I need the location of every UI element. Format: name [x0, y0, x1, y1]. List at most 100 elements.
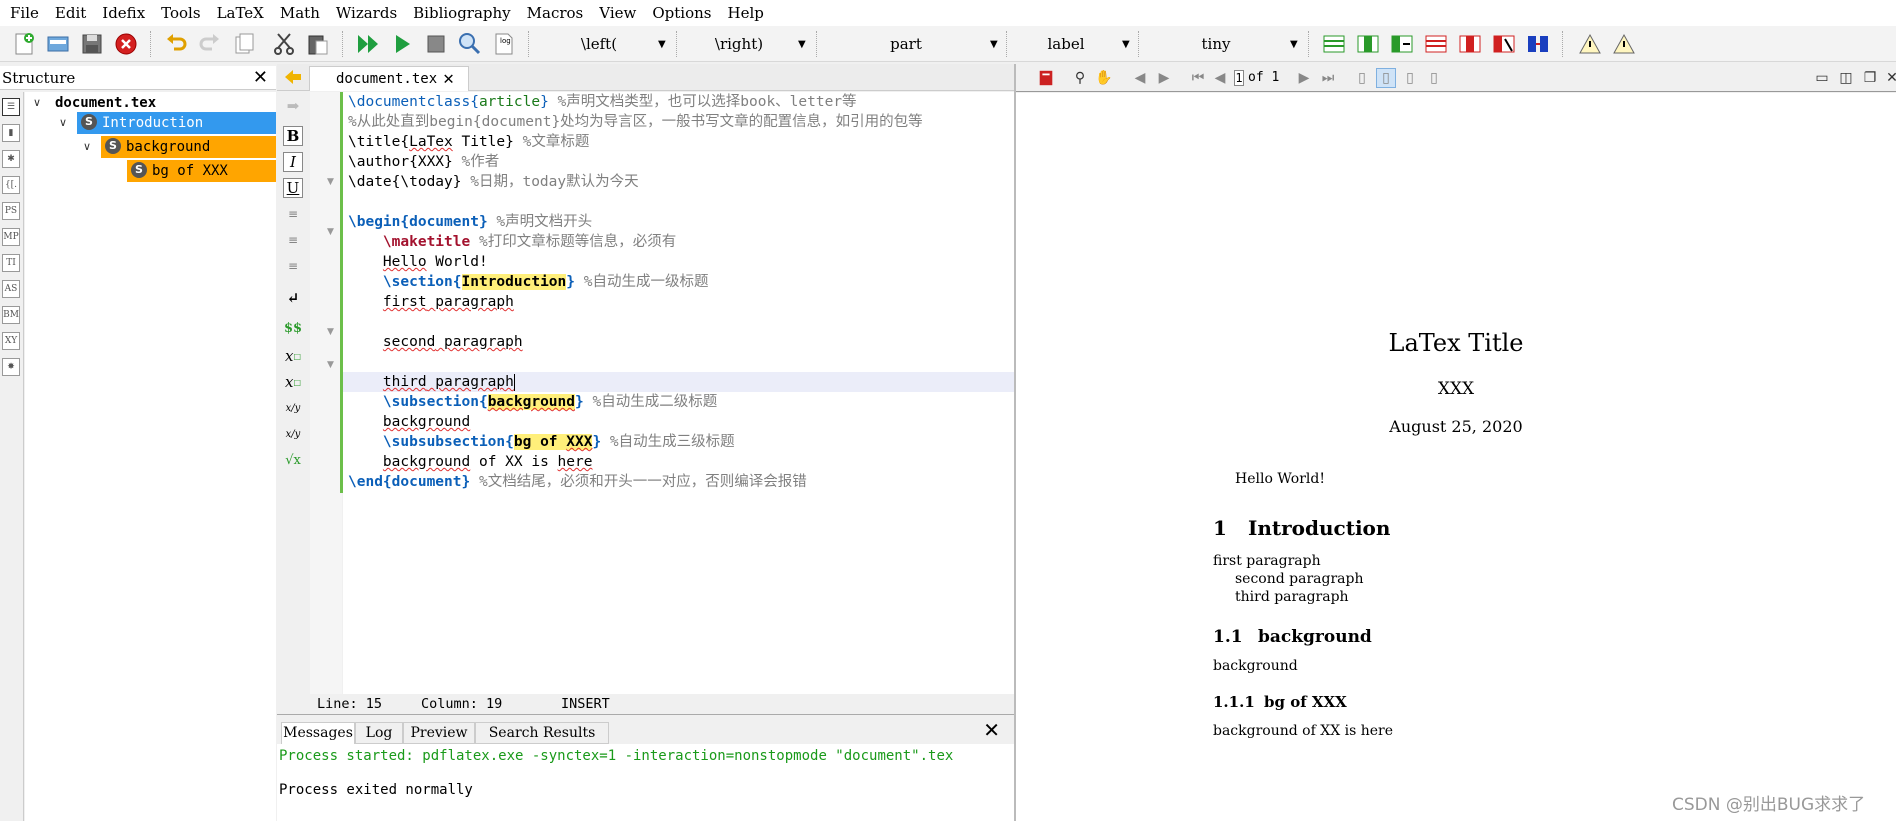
- symbols-icon[interactable]: ✱: [2, 150, 20, 168]
- menu-edit[interactable]: Edit: [47, 0, 94, 26]
- menu-tools[interactable]: Tools: [153, 0, 208, 26]
- bookmarks-icon[interactable]: ▮: [2, 124, 20, 142]
- fold-arrow-icon[interactable]: ▼: [327, 327, 334, 337]
- next-page-icon[interactable]: ▶: [1294, 68, 1314, 88]
- font-size-combo[interactable]: tiny ▼: [1142, 32, 1302, 56]
- page-number-input[interactable]: 1: [1234, 70, 1244, 86]
- beamer-icon[interactable]: BM: [2, 306, 20, 324]
- menu-bibliography[interactable]: Bibliography: [405, 0, 519, 26]
- back-arrow-icon[interactable]: [283, 68, 303, 86]
- subscript-button[interactable]: x □: [283, 346, 303, 366]
- redo-icon[interactable]: [196, 30, 224, 58]
- tab-search-results[interactable]: Search Results: [475, 722, 609, 744]
- sectioning-combo[interactable]: part ▼: [822, 32, 1002, 56]
- table-insert-column-icon[interactable]: [1354, 30, 1382, 58]
- menu-help[interactable]: Help: [719, 0, 771, 26]
- open-file-icon[interactable]: [44, 30, 72, 58]
- align-center-icon[interactable]: ≡: [283, 230, 303, 250]
- close-icon[interactable]: ✕: [983, 718, 1000, 742]
- metapost-icon[interactable]: MP: [2, 228, 20, 246]
- view-log-icon[interactable]: log: [490, 30, 518, 58]
- math-mode-button[interactable]: $$: [283, 318, 303, 338]
- minimize-icon[interactable]: ▭: [1812, 68, 1832, 88]
- menu-macros[interactable]: Macros: [519, 0, 592, 26]
- single-page-icon[interactable]: ▯: [1352, 68, 1372, 88]
- tree-node-background[interactable]: Sbackground: [101, 136, 276, 158]
- back-icon[interactable]: ◀: [1130, 68, 1150, 88]
- tree-node-bg-of-xxx[interactable]: Sbg of XXX: [127, 160, 276, 182]
- forward-icon[interactable]: ▶: [1154, 68, 1174, 88]
- structure-view-icon[interactable]: ☰: [2, 98, 20, 116]
- embed-icon[interactable]: ◫: [1836, 68, 1856, 88]
- menu-math[interactable]: Math: [272, 0, 328, 26]
- hand-icon[interactable]: ✋: [1094, 68, 1114, 88]
- menu-latex[interactable]: LaTeX: [209, 0, 272, 26]
- xymatrix-icon[interactable]: XY: [2, 332, 20, 350]
- tikz-icon[interactable]: TI: [2, 254, 20, 272]
- pdf-file-icon[interactable]: [1036, 68, 1056, 88]
- tab-document-tex[interactable]: document.tex ✕: [309, 66, 469, 91]
- fit-width-icon[interactable]: ▯: [1424, 68, 1444, 88]
- warning-icon[interactable]: [1576, 30, 1604, 58]
- undo-icon[interactable]: [162, 30, 190, 58]
- copy-icon[interactable]: [230, 30, 258, 58]
- tree-node-introduction[interactable]: S Introduction: [77, 112, 276, 134]
- table-remove-column-icon[interactable]: [1456, 30, 1484, 58]
- menu-options[interactable]: Options: [644, 0, 719, 26]
- dfrac-button[interactable]: x/y: [283, 424, 303, 444]
- last-page-icon[interactable]: ⏭: [1318, 68, 1338, 88]
- fraction-button[interactable]: x/y: [283, 398, 303, 418]
- code-editor[interactable]: \documentclass{article} %声明文档类型，也可以选择boo…: [343, 92, 1014, 694]
- menu-wizards[interactable]: Wizards: [328, 0, 405, 26]
- pstricks-icon[interactable]: PS: [2, 202, 20, 220]
- view-pdf-icon[interactable]: [456, 30, 484, 58]
- tab-messages[interactable]: Messages: [281, 722, 355, 744]
- special-chars-icon[interactable]: ✸: [2, 358, 20, 376]
- menu-idefix[interactable]: Idefix: [94, 0, 153, 26]
- table-remove-row-icon[interactable]: [1422, 30, 1450, 58]
- underline-button[interactable]: U: [283, 178, 303, 198]
- table-cut-column-icon[interactable]: [1490, 30, 1518, 58]
- close-icon[interactable]: ✕: [1882, 68, 1896, 88]
- left-delimiter-combo[interactable]: \left(▼: [540, 32, 670, 56]
- cut-icon[interactable]: [270, 30, 298, 58]
- stop-icon[interactable]: [422, 30, 450, 58]
- tree-root-file[interactable]: document.tex: [55, 92, 156, 114]
- brackets-icon[interactable]: {[.: [2, 176, 20, 194]
- tab-preview[interactable]: Preview: [403, 722, 475, 744]
- references-combo[interactable]: label ▼: [1010, 32, 1134, 56]
- table-add-column-icon[interactable]: [1388, 30, 1416, 58]
- sqrt-button[interactable]: √x: [283, 450, 303, 470]
- first-page-icon[interactable]: ⏮: [1188, 68, 1208, 88]
- menu-file[interactable]: File: [2, 0, 47, 26]
- menu-view[interactable]: View: [591, 0, 644, 26]
- align-left-icon[interactable]: ≡: [283, 204, 303, 224]
- table-align-icon[interactable]: [1524, 30, 1552, 58]
- italic-button[interactable]: I: [283, 152, 303, 172]
- paste-icon[interactable]: [304, 30, 332, 58]
- fold-arrow-icon[interactable]: ▼: [327, 177, 334, 187]
- compile-icon[interactable]: [388, 30, 416, 58]
- asymptote-icon[interactable]: AS: [2, 280, 20, 298]
- close-icon[interactable]: ✕: [253, 66, 268, 90]
- save-icon[interactable]: [78, 30, 106, 58]
- chevron-down-icon[interactable]: ∨: [83, 136, 91, 158]
- window-icon[interactable]: ❐: [1860, 68, 1880, 88]
- new-file-icon[interactable]: [10, 30, 38, 58]
- previous-page-icon[interactable]: ◀: [1210, 68, 1230, 88]
- table-insert-row-icon[interactable]: [1320, 30, 1348, 58]
- error-icon[interactable]: [1610, 30, 1638, 58]
- search-icon[interactable]: ⚲: [1070, 68, 1090, 88]
- quick-build-icon[interactable]: [354, 30, 382, 58]
- forward-arrow-icon[interactable]: ➡: [283, 96, 303, 116]
- superscript-button[interactable]: x □: [283, 372, 303, 392]
- fold-arrow-icon[interactable]: ▼: [327, 227, 334, 237]
- fold-arrow-icon[interactable]: ▼: [327, 360, 334, 370]
- chevron-down-icon[interactable]: ∨: [33, 92, 41, 114]
- right-delimiter-combo[interactable]: \right) ▼: [680, 32, 810, 56]
- new-line-icon[interactable]: ↵: [283, 288, 303, 308]
- chevron-down-icon[interactable]: ∨: [59, 112, 67, 134]
- continuous-page-icon[interactable]: ▯: [1376, 68, 1396, 88]
- align-right-icon[interactable]: ≡: [283, 256, 303, 276]
- tab-log[interactable]: Log: [355, 722, 403, 744]
